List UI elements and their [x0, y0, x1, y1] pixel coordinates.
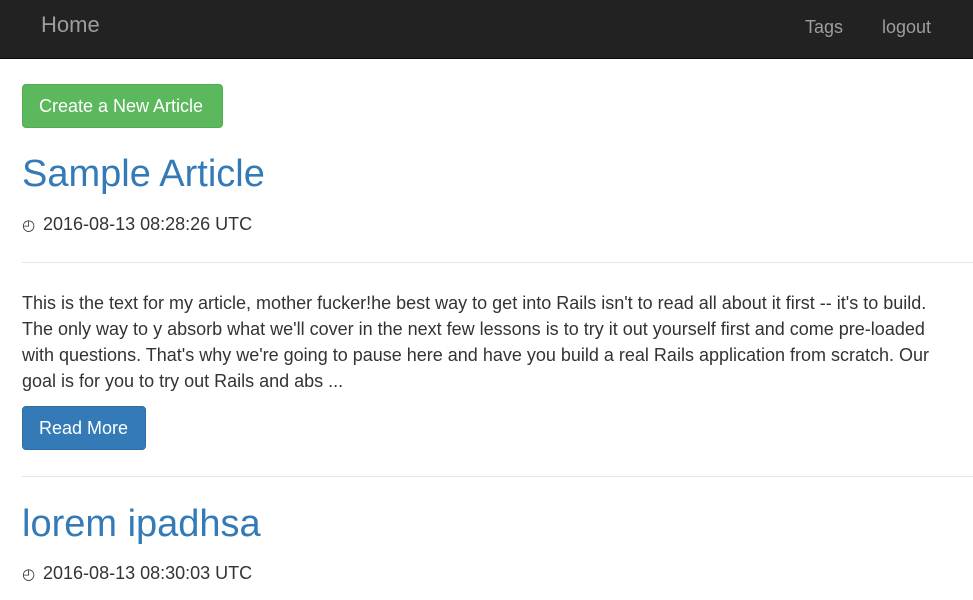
- article-timestamp: ◴ 2016-08-13 08:30:03 UTC: [22, 562, 252, 586]
- article-title[interactable]: lorem ipadhsa: [22, 502, 261, 546]
- timestamp-text: 2016-08-13 08:30:03 UTC: [43, 563, 253, 583]
- create-article-button[interactable]: Create a New Article: [22, 84, 223, 128]
- article-title[interactable]: Sample Article: [22, 152, 265, 196]
- divider: [22, 262, 973, 263]
- clock-icon: ◴: [22, 217, 36, 234]
- clock-icon: ◴: [22, 566, 36, 583]
- divider: [22, 476, 973, 477]
- article-excerpt: This is the text for my article, mother …: [22, 293, 930, 391]
- tags-link[interactable]: Tags: [805, 16, 843, 38]
- read-more-button[interactable]: Read More: [22, 406, 146, 450]
- home-link[interactable]: Home: [41, 12, 100, 38]
- timestamp-text: 2016-08-13 08:28:26 UTC: [43, 214, 253, 234]
- navbar: Home Tags logout: [0, 0, 973, 59]
- article-timestamp: ◴ 2016-08-13 08:28:26 UTC: [22, 213, 252, 237]
- logout-link[interactable]: logout: [882, 16, 931, 38]
